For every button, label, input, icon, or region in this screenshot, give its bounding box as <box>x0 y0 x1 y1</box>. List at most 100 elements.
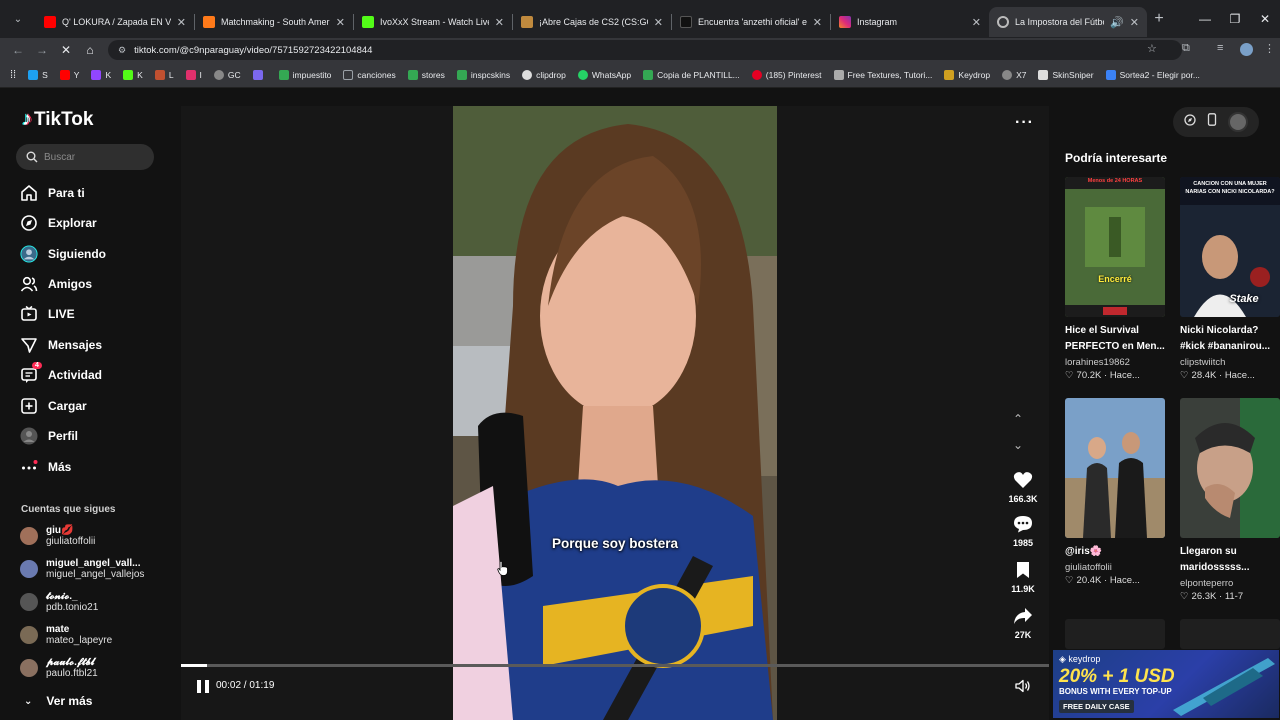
close-tab-icon[interactable]: ✕ <box>495 16 504 29</box>
pause-icon[interactable] <box>197 680 209 694</box>
following-account[interactable]: 𝓹𝓪𝓾𝓵𝓸.𝓯𝓽𝓫𝓵 paulo.ftbl21 <box>20 657 98 679</box>
bookmark-item[interactable]: Keydrop <box>944 69 990 80</box>
bookmark-item[interactable]: I <box>185 69 202 80</box>
apps-grid-icon[interactable]: ⁞⁞ <box>10 69 16 81</box>
bookmark-item[interactable]: Sortea2 - Elegir por... <box>1105 69 1200 80</box>
next-video-icon[interactable]: ⌄ <box>1013 438 1023 452</box>
browser-tab[interactable]: Encuentra 'anzethi oficial' en Ti✕ <box>672 7 830 37</box>
bookmark-item[interactable]: SkinSniper <box>1038 69 1094 80</box>
nav-para-ti[interactable]: Para ti <box>20 184 85 202</box>
video-stats: ♡ 26.3K · 11-7 <box>1180 591 1244 602</box>
recommended-video-partial[interactable] <box>1180 619 1280 649</box>
stop-loading-icon[interactable]: ✕ <box>54 43 78 57</box>
coin-icon[interactable] <box>1184 113 1196 131</box>
video-author: elponteperro <box>1180 578 1234 589</box>
bookmark-item[interactable]: S <box>28 69 48 80</box>
profile-avatar-icon[interactable] <box>1240 43 1253 56</box>
bookmark-item[interactable]: Free Textures, Tutori... <box>833 69 932 80</box>
previous-video-icon[interactable]: ⌃ <box>1013 412 1023 426</box>
keydrop-ad-banner[interactable]: ◈ keydrop 20% + 1 USD BONUS WITH EVERY T… <box>1053 650 1279 718</box>
bookmark-star-icon[interactable]: ☆ <box>1147 42 1157 55</box>
recommended-video-partial[interactable] <box>1065 619 1165 649</box>
search-input[interactable] <box>44 151 144 163</box>
see-more-button[interactable]: ⌄ Ver más <box>24 694 92 708</box>
nav-actividad[interactable]: 4 Actividad <box>20 362 102 384</box>
video-stats: ♡ 70.2K · Hace... <box>1065 370 1140 381</box>
close-tab-icon[interactable]: ✕ <box>336 16 345 29</box>
bookmark-item[interactable]: stores <box>407 69 445 80</box>
bookmark-folder[interactable]: canciones <box>343 69 396 80</box>
bookmark-item[interactable]: GC <box>213 69 241 80</box>
bookmark-item[interactable]: Y <box>59 69 79 80</box>
nav-cargar[interactable]: Cargar <box>20 397 87 415</box>
bookmark-item[interactable]: (185) Pinterest <box>751 69 822 80</box>
following-account[interactable]: 𝓽𝓸𝓷𝓲𝓸._ pdb.tonio21 <box>20 591 98 613</box>
nav-mensajes[interactable]: Mensajes <box>20 336 102 354</box>
forward-icon[interactable]: → <box>30 43 54 57</box>
recommended-video[interactable]: Llegaron su maridosssss... elponteperro … <box>1180 398 1280 602</box>
browser-tab[interactable]: Q' LOKURA / Zapada EN VIVO✕ <box>36 7 194 37</box>
following-account[interactable]: miguel_angel_vall... miguel_angel_vallejo… <box>20 558 144 580</box>
video-player[interactable]: Porque soy bostera ··· ⌃ ⌄ 166.3K 1985 1… <box>181 106 1049 720</box>
bookmark-item[interactable]: impuestito <box>278 69 331 80</box>
video-thumbnail <box>1180 398 1280 538</box>
more-options-icon[interactable]: ··· <box>1015 114 1034 132</box>
bookmark-item[interactable]: K <box>123 69 143 80</box>
browser-tab[interactable]: Instagram ✕ <box>831 7 989 37</box>
device-icon[interactable] <box>1207 113 1217 131</box>
bookmark-item[interactable]: WhatsApp <box>577 69 631 80</box>
following-account[interactable]: mate mateo_lapeyre <box>20 624 112 646</box>
recommended-video[interactable]: CANCION CON UNA MUJER NARIAS CON NICKI N… <box>1180 177 1280 381</box>
browser-tab[interactable]: Matchmaking - South America ✕ <box>195 7 353 37</box>
tab-search-chevron-icon[interactable]: ⌄ <box>0 14 36 25</box>
like-button[interactable]: 166.3K <box>1003 470 1043 504</box>
minimize-icon[interactable]: — <box>1190 12 1220 26</box>
bookmark-favicon <box>123 69 134 80</box>
media-control-icon[interactable]: ≡ <box>1217 42 1223 54</box>
close-tab-icon[interactable]: ✕ <box>972 16 981 29</box>
share-button[interactable]: 27K <box>1003 606 1043 640</box>
save-button[interactable]: 11.9K <box>1003 560 1043 594</box>
browser-tab[interactable]: IvoXxX Stream - Watch Live on✕ <box>354 7 512 37</box>
following-account[interactable]: giu💋 giuliatoffolii <box>20 525 95 547</box>
bookmark-item[interactable]: clipdrop <box>522 69 566 80</box>
close-tab-icon[interactable]: ✕ <box>813 16 822 29</box>
nav-live[interactable]: LIVE <box>20 305 75 323</box>
tiktok-logo[interactable]: ♪ TikTok <box>22 108 93 131</box>
bookmark-favicon <box>1105 69 1116 80</box>
close-tab-icon[interactable]: ✕ <box>654 16 663 29</box>
chrome-menu-icon[interactable]: ⋮ <box>1264 42 1275 55</box>
bookmark-item[interactable]: L <box>154 69 174 80</box>
nav-perfil[interactable]: Perfil <box>20 427 78 445</box>
browser-tab-active[interactable]: La Impostora del Fútbol: ¡H🔊✕ <box>989 7 1147 37</box>
close-tab-icon[interactable]: ✕ <box>177 16 186 29</box>
close-tab-icon[interactable]: ✕ <box>1130 16 1139 29</box>
restore-icon[interactable]: ❐ <box>1220 12 1250 26</box>
address-bar[interactable]: ⚙ tiktok.com/@c9nparaguay/video/75715927… <box>108 40 1182 60</box>
back-icon[interactable]: ← <box>6 43 30 57</box>
nav-explorar[interactable]: Explorar <box>20 214 97 232</box>
site-info-icon[interactable]: ⚙ <box>118 45 126 56</box>
bookmark-item[interactable]: inspcskins <box>456 69 510 80</box>
video-frame[interactable]: Porque soy bostera <box>453 106 777 720</box>
window-close-icon[interactable]: ✕ <box>1250 12 1280 26</box>
bookmark-item[interactable]: Copia de PLANTILL... <box>643 69 740 80</box>
search-box[interactable] <box>16 144 154 170</box>
speaker-icon[interactable]: 🔊 <box>1110 16 1124 29</box>
nav-amigos[interactable]: Amigos <box>20 275 92 293</box>
home-icon[interactable]: ⌂ <box>78 43 102 57</box>
extensions-icon[interactable]: ⧉ <box>1182 42 1190 55</box>
bookmark-item[interactable] <box>252 69 267 80</box>
comment-button[interactable]: 1985 <box>1003 514 1043 548</box>
browser-tab[interactable]: ¡Abre Cajas de CS2 (CS:GO), Ga✕ <box>513 7 671 37</box>
recommended-video[interactable]: @iris🌸 giuliatoffolii ♡ 20.4K · Hace... <box>1065 398 1165 586</box>
new-tab-icon[interactable]: + <box>1147 10 1171 28</box>
volume-icon[interactable] <box>1015 679 1031 698</box>
user-avatar[interactable] <box>1227 112 1248 132</box>
nav-siguiendo[interactable]: Siguiendo <box>20 245 106 263</box>
bookmark-item[interactable]: X7 <box>1002 69 1026 80</box>
nav-mas[interactable]: Más <box>20 458 71 476</box>
bookmark-item[interactable]: K <box>91 69 111 80</box>
video-progress-bar[interactable] <box>181 664 1049 667</box>
recommended-video[interactable]: Menos de 24 HORAS Encerré Hice el Surviv… <box>1065 177 1165 381</box>
